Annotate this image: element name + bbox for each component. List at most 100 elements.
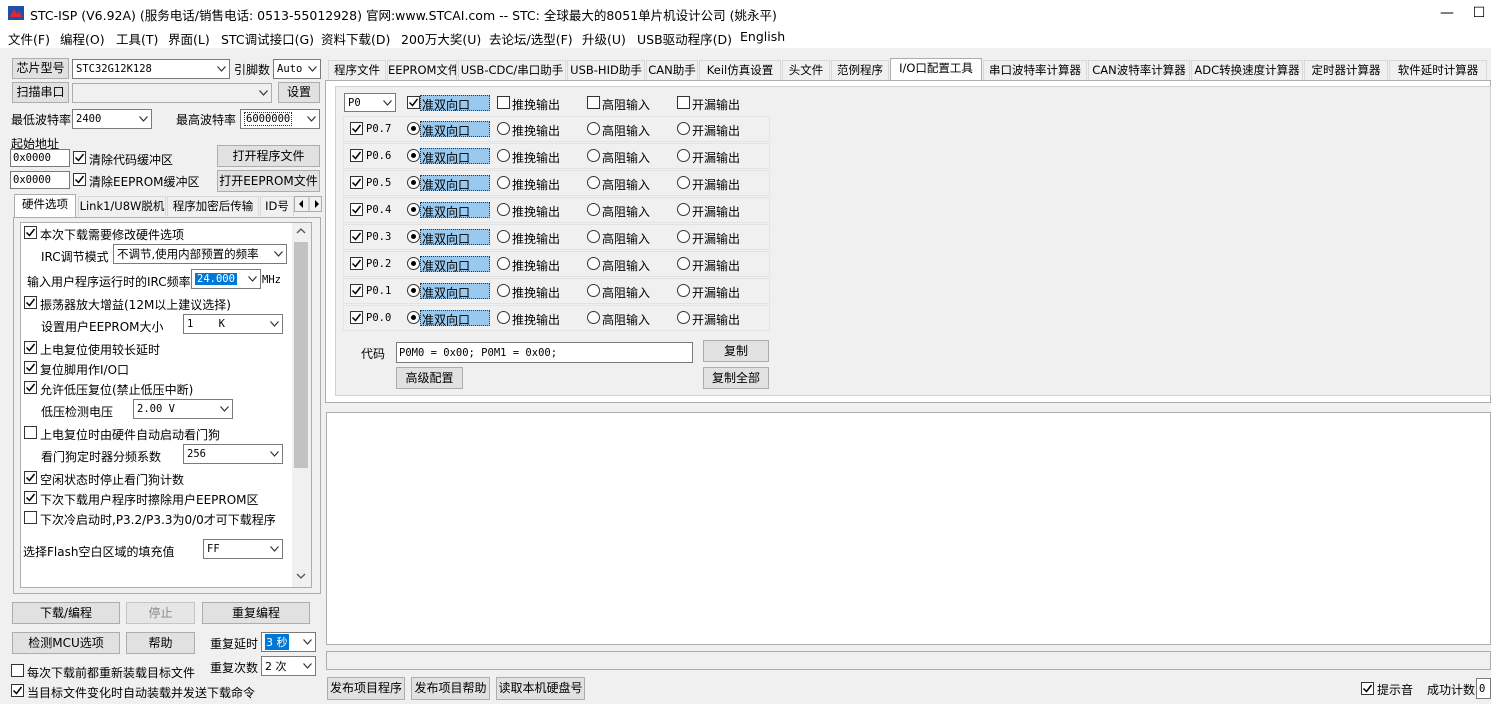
all-high-impedance-checkbox[interactable] [587,96,600,109]
serial-port-select[interactable] [72,83,272,103]
pin-mode-high-impedance-radio[interactable] [587,203,600,216]
pin-enable-checkbox[interactable] [350,203,363,216]
pin-mode-push-pull-radio[interactable] [497,149,510,162]
low-voltage-reset-checkbox[interactable] [24,381,37,394]
reload-each-download-checkbox[interactable] [11,664,24,677]
scan-port-button[interactable]: 扫描串口 [12,82,69,103]
chip-model-button[interactable]: 芯片型号 [12,58,69,79]
clear-eeprom-buffer-checkbox[interactable] [73,173,86,186]
menu-usb-driver[interactable]: USB驱动程序(D) [637,29,732,48]
publish-project-program-button[interactable]: 发布项目程序 [327,677,405,700]
tab-usb-cdc-serial[interactable]: USB-CDC/串口助手 [458,60,566,80]
repeat-delay-select[interactable]: 3 秒 [261,632,316,652]
beep-checkbox[interactable] [1361,682,1374,695]
menu-file[interactable]: 文件(F) [8,29,50,48]
code-output-field[interactable]: P0M0 = 0x00; P0M1 = 0x00; [396,342,693,363]
chip-model-select[interactable]: STC32G12K128 [72,59,230,79]
download-program-button[interactable]: 下载/编程 [12,602,120,624]
lvd-voltage-select[interactable]: 2.00 V [133,399,233,419]
tab-io-config-tool[interactable]: I/O口配置工具 [890,58,982,81]
menu-tools[interactable]: 工具(T) [116,29,158,48]
all-open-drain-checkbox[interactable] [677,96,690,109]
pin-mode-high-impedance-radio[interactable] [587,284,600,297]
pin-mode-high-impedance-radio[interactable] [587,311,600,324]
pin-count-select[interactable]: Auto [273,59,321,79]
tab-can-helper[interactable]: CAN助手 [646,60,698,80]
pin-mode-quasi-radio[interactable] [407,122,420,135]
irc-mode-select[interactable]: 不调节,使用内部预置的频率 [113,244,287,264]
menu-program[interactable]: 编程(O) [60,29,105,48]
pin-enable-checkbox[interactable] [350,284,363,297]
open-eeprom-file-button[interactable]: 打开EEPROM文件 [217,170,320,192]
oscillator-gain-checkbox[interactable] [24,296,37,309]
tab-hardware-options[interactable]: 硬件选项 [14,194,76,217]
pin-mode-quasi-radio[interactable] [407,149,420,162]
stop-button[interactable]: 停止 [126,602,195,624]
modify-hw-options-checkbox[interactable] [24,226,37,239]
pin-mode-push-pull-radio[interactable] [497,257,510,270]
flash-fill-select[interactable]: FF [203,539,283,559]
irc-frequency-select[interactable]: 24.000 [191,269,261,289]
pin-mode-quasi-radio[interactable] [407,257,420,270]
pin-enable-checkbox[interactable] [350,257,363,270]
pin-mode-high-impedance-radio[interactable] [587,149,600,162]
repeat-count-select[interactable]: 2 次 [261,656,316,676]
read-disk-serial-button[interactable]: 读取本机硬盘号 [496,677,585,700]
pin-mode-open-drain-radio[interactable] [677,149,690,162]
pin-mode-open-drain-radio[interactable] [677,311,690,324]
pin-mode-push-pull-radio[interactable] [497,203,510,216]
maximize-button[interactable]: ☐ [1467,2,1491,24]
copy-all-button[interactable]: 复制全部 [703,367,769,389]
menu-english[interactable]: English [740,29,785,44]
pin-mode-push-pull-radio[interactable] [497,176,510,189]
clear-code-buffer-checkbox[interactable] [73,151,86,164]
pin-mode-quasi-radio[interactable] [407,311,420,324]
all-quasi-bidirectional-checkbox[interactable] [407,96,420,109]
long-reset-delay-checkbox[interactable] [24,341,37,354]
menu-debug-interface[interactable]: STC调试接口(G) [221,29,314,48]
pin-mode-open-drain-radio[interactable] [677,257,690,270]
menu-prize[interactable]: 200万大奖(U) [401,29,481,48]
pin-mode-open-drain-radio[interactable] [677,122,690,135]
port-select[interactable]: P0 [344,93,396,112]
cold-start-p32-checkbox[interactable] [24,511,37,524]
pin-mode-open-drain-radio[interactable] [677,203,690,216]
eeprom-size-select[interactable]: 1 K [183,314,283,334]
erase-eeprom-checkbox[interactable] [24,491,37,504]
menu-interface[interactable]: 界面(L) [168,29,210,48]
min-baud-select[interactable]: 2400 [72,109,152,129]
scrollbar-thumb[interactable] [294,242,308,468]
pin-mode-quasi-radio[interactable] [407,203,420,216]
repeat-program-button[interactable]: 重复编程 [202,602,310,624]
tab-id-number[interactable]: ID号 [260,196,294,216]
pin-enable-checkbox[interactable] [350,122,363,135]
max-baud-select[interactable]: 6000000 [240,109,320,129]
tab-eeprom-file[interactable]: EEPROM文件 [387,60,457,80]
auto-watchdog-checkbox[interactable] [24,426,37,439]
tab-adc-speed-calc[interactable]: ADC转换速度计算器 [1191,60,1303,80]
pin-enable-checkbox[interactable] [350,230,363,243]
menu-forum[interactable]: 去论坛/选型(F) [489,29,573,48]
tab-usb-hid[interactable]: USB-HID助手 [567,60,645,80]
pin-enable-checkbox[interactable] [350,311,363,324]
scroll-down-icon[interactable] [296,573,306,579]
tab-encrypted-transfer[interactable]: 程序加密后传输 [167,196,259,216]
pin-mode-high-impedance-radio[interactable] [587,230,600,243]
scroll-up-icon[interactable] [296,228,306,234]
menu-upgrade[interactable]: 升级(U) [582,29,626,48]
pin-mode-push-pull-radio[interactable] [497,230,510,243]
pin-mode-high-impedance-radio[interactable] [587,122,600,135]
tab-keil-emulation[interactable]: Keil仿真设置 [699,60,781,80]
advanced-config-button[interactable]: 高级配置 [396,367,463,389]
minimize-button[interactable]: — [1427,2,1467,24]
pin-enable-checkbox[interactable] [350,176,363,189]
watchdog-prescaler-select[interactable]: 256 [183,444,283,464]
pin-mode-open-drain-radio[interactable] [677,284,690,297]
all-push-pull-checkbox[interactable] [497,96,510,109]
tab-example-programs[interactable]: 范例程序 [831,60,889,80]
check-mcu-options-button[interactable]: 检测MCU选项 [12,632,120,654]
pin-mode-push-pull-radio[interactable] [497,284,510,297]
pin-mode-quasi-radio[interactable] [407,176,420,189]
tab-program-file[interactable]: 程序文件 [328,60,386,80]
pin-mode-open-drain-radio[interactable] [677,230,690,243]
